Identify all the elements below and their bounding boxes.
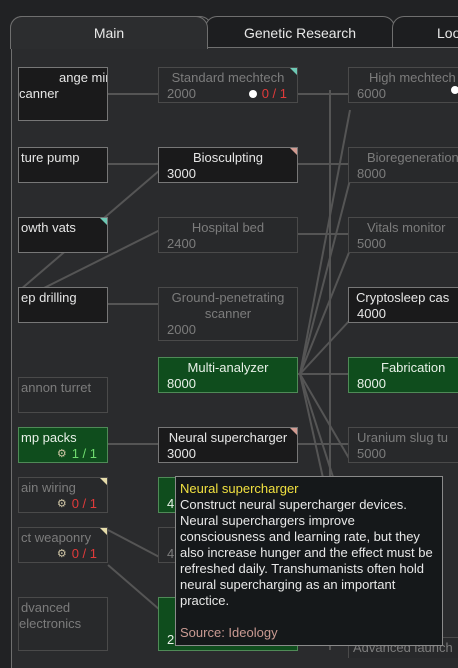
corner-marker [100, 528, 107, 535]
node-title: Vitals monitor [367, 220, 446, 235]
research-node-growth-vats[interactable]: owth vats [18, 217, 108, 253]
research-node-standard-mechtech[interactable]: Standard mechtech 2000 0 / 1 [158, 67, 298, 103]
research-node-hospital-bed[interactable]: Hospital bed 2400 [158, 217, 298, 253]
node-title: ct weaponry [21, 530, 92, 545]
node-title: Biosculpting [192, 150, 264, 165]
node-title: mp packs [21, 430, 77, 445]
node-title: Multi-analyzer [187, 360, 269, 375]
node-cost: 3000 [167, 446, 196, 461]
node-cost: 3000 [167, 166, 196, 181]
research-node-biosculpting[interactable]: Biosculpting 3000 [158, 147, 298, 183]
node-title: ture pump [21, 150, 80, 165]
node-title: Bioregeneration [367, 150, 458, 165]
node-cost: 8000 [357, 376, 386, 391]
node-cost: 8000 [167, 376, 196, 391]
research-node-high-mechtech[interactable]: High mechtech 6000 [348, 67, 458, 103]
corner-marker [290, 68, 297, 75]
research-node-jump-packs[interactable]: mp packs ⚙ 1 / 1 [18, 427, 108, 463]
node-title: Neural supercharger [168, 430, 288, 445]
node-title: ep drilling [21, 290, 77, 305]
tab-main[interactable]: Main [10, 16, 208, 49]
node-title: annon turret [21, 380, 92, 395]
research-node-exchange-scanner[interactable]: ange mineral canner [18, 67, 108, 121]
node-cost: 2400 [167, 236, 196, 251]
techprint-count: 0 / 1 [248, 86, 287, 102]
corner-marker [100, 218, 107, 225]
node-title: electronics [19, 616, 82, 631]
node-cost: 4 [167, 496, 175, 511]
corner-marker [290, 428, 297, 435]
lightbulb-icon [451, 86, 458, 94]
techprint-icon: ⚙ [56, 448, 67, 460]
node-cost: 2000 [167, 322, 196, 337]
count-text: 0 / 1 [71, 546, 97, 561]
node-cost: 2 [167, 632, 175, 647]
techprint-count: ⚙ 0 / 1 [57, 546, 97, 562]
node-cost: 8000 [357, 166, 386, 181]
lightbulb-icon [248, 90, 257, 98]
node-cost: 4 [167, 546, 175, 561]
node-cost: 5000 [357, 236, 386, 251]
research-node-moisture-pump[interactable]: ture pump [18, 147, 108, 183]
techprint-count [451, 86, 458, 94]
node-title: Hospital bed [191, 220, 265, 235]
tooltip-title: Neural supercharger [180, 481, 299, 496]
research-node-ground-penetrating-scanner[interactable]: Ground-penetrating scanner 2000 [158, 287, 298, 341]
node-title: canner [19, 86, 59, 101]
node-cost: 4000 [357, 306, 386, 321]
node-title: ain wiring [21, 480, 76, 495]
node-title: Standard mechtech [171, 70, 285, 85]
node-title: High mechtech [369, 70, 456, 85]
techprint-icon: ⚙ [56, 498, 67, 510]
research-node-vitals-monitor[interactable]: Vitals monitor 5000 [348, 217, 458, 253]
node-cost: 6000 [357, 86, 386, 101]
research-node-uranium-slug-turret[interactable]: Uranium slug tu 5000 [348, 427, 458, 463]
techprint-count: ⚙ 0 / 1 [57, 496, 97, 512]
tab-label: Main [93, 25, 125, 41]
techprint-icon: ⚙ [56, 548, 67, 560]
count-text: 1 / 1 [71, 446, 97, 461]
node-cost: 2000 [167, 86, 196, 101]
node-title: Uranium slug tu [357, 430, 449, 445]
research-node-multi-analyzer[interactable]: Multi-analyzer 8000 [158, 357, 298, 393]
research-node-cannon-turret[interactable]: annon turret [18, 377, 108, 413]
node-title: Cryptosleep cas [356, 290, 450, 305]
corner-marker [100, 478, 107, 485]
techprint-count: ⚙ 1 / 1 [57, 446, 97, 462]
research-node-neural-supercharger[interactable]: Neural supercharger 3000 [158, 427, 298, 463]
corner-marker [290, 148, 297, 155]
count-text: 0 / 1 [71, 496, 97, 511]
node-cost: 5000 [357, 446, 386, 461]
node-title: Ground-penetrating [171, 290, 285, 305]
node-title: dvanced [21, 600, 71, 615]
node-title: ange mineral [59, 70, 107, 85]
research-node-fabrication[interactable]: Fabrication 8000 [348, 357, 458, 393]
count-text: 0 / 1 [261, 86, 287, 101]
node-title: owth vats [21, 220, 76, 235]
research-node-direct-weaponry[interactable]: ct weaponry ⚙ 0 / 1 [18, 527, 108, 563]
tooltip-description: Construct neural supercharger devices. N… [180, 497, 433, 608]
research-node-bioregeneration[interactable]: Bioregeneration 8000 [348, 147, 458, 183]
node-title: Fabrication [381, 360, 446, 375]
tooltip-source: Source: Ideology [180, 625, 278, 640]
node-title: scanner [204, 306, 252, 321]
research-node-cryptosleep-casket[interactable]: Cryptosleep cas 4000 [348, 287, 458, 323]
research-node-deep-drilling[interactable]: ep drilling [18, 287, 108, 323]
research-node-advanced-electronics[interactable]: dvanced electronics [18, 597, 108, 651]
research-tooltip: Neural supercharger Construct neural sup… [175, 476, 443, 646]
research-node-brain-wiring[interactable]: ain wiring ⚙ 0 / 1 [18, 477, 108, 513]
